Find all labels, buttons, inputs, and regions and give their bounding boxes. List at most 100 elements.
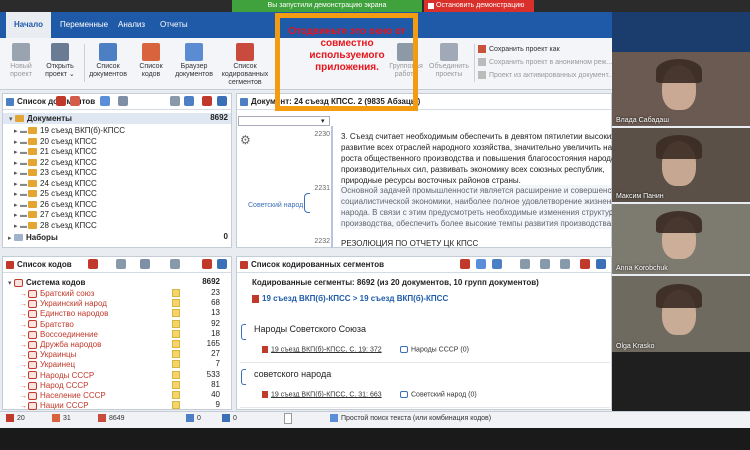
segment-text[interactable]: Народы Советского Союза	[254, 324, 366, 334]
code-dropdown[interactable]	[238, 116, 330, 126]
chevron-down-icon[interactable]: ▾	[321, 117, 325, 125]
document-group-item[interactable]: ▸ ▬ 26 съезд КПСС	[14, 199, 97, 210]
tab-home[interactable]: Начало	[6, 12, 51, 38]
document-group-item[interactable]: ▸ ▬ 22 съезд КПСС	[14, 157, 97, 168]
memo-icon[interactable]	[172, 329, 180, 338]
code-icon	[28, 320, 37, 329]
memo-icon[interactable]	[172, 380, 180, 389]
memo-icon[interactable]	[172, 391, 180, 399]
pin-icon[interactable]	[184, 96, 194, 106]
ribbon-button[interactable]: Список документов	[88, 41, 128, 85]
search-icon[interactable]	[540, 259, 550, 269]
segment-code[interactable]: Советский народ (0)	[400, 391, 477, 398]
import-icon[interactable]	[70, 96, 80, 106]
document-group-item[interactable]: ▸ ▬ 23 съезд КПСС	[14, 167, 97, 178]
search-icon[interactable]	[118, 96, 128, 106]
document-group-label: 26 съезд КПСС	[40, 199, 97, 209]
video-tile[interactable]: Максим Панин	[612, 128, 750, 202]
document-group-item[interactable]: ▸ ▬ 25 съезд КПСС	[14, 188, 97, 199]
tab-variables[interactable]: Переменные	[52, 12, 116, 38]
paragraph-line: развитие всех отраслей народного хозяйст…	[341, 143, 613, 152]
close-icon[interactable]	[202, 259, 212, 269]
gear-icon[interactable]	[560, 259, 570, 269]
participant-name: Влада Сабадаш	[616, 117, 669, 124]
tab-reports[interactable]: Отчеты	[152, 12, 196, 38]
ribbon-button[interactable]: Браузер документов	[174, 41, 214, 85]
memo-icon[interactable]	[172, 319, 180, 328]
gear-icon[interactable]	[170, 96, 180, 106]
ribbon-button[interactable]: Список кодированных сегментов	[214, 41, 276, 86]
export-icon[interactable]	[460, 259, 470, 269]
sets-root[interactable]: ▸ Наборы	[8, 232, 58, 243]
code-label: Братский союз	[40, 289, 95, 298]
memo-icon[interactable]	[172, 360, 180, 369]
code-label: Единство народов	[40, 309, 109, 319]
close-icon[interactable]	[580, 259, 590, 269]
ribbon-separator	[474, 44, 475, 82]
status-memos[interactable]: 0	[186, 414, 201, 422]
simple-search[interactable]: Простой поиск текста (или комбинация код…	[330, 414, 491, 422]
save-anonymous-button[interactable]: Сохранить проект в анонимном реж...	[478, 58, 612, 66]
tab-analysis[interactable]: Анализ	[110, 12, 153, 38]
video-tile[interactable]: Anna Korobchuk	[612, 204, 750, 274]
close-icon[interactable]	[202, 96, 212, 106]
document-group-item[interactable]: ▸ ▬ 28 съезд КПСС	[14, 220, 97, 231]
video-empty-area	[612, 352, 750, 411]
ribbon-button[interactable]: Новый проект	[4, 41, 38, 85]
code-item[interactable]: → Нации СССР	[20, 400, 89, 411]
video-tile[interactable]: Olga Krasko	[612, 276, 750, 352]
ribbon-button[interactable]: Объединить проекты	[426, 41, 472, 85]
status-codes[interactable]: 31	[52, 414, 71, 422]
search-icon[interactable]	[140, 259, 150, 269]
comment-icon[interactable]	[492, 259, 502, 269]
filter-icon[interactable]	[116, 259, 126, 269]
segment-text[interactable]: советского народа	[254, 369, 331, 379]
document-group-item[interactable]: ▸ ▬ 21 съезд КПСС	[14, 146, 97, 157]
code-icon	[28, 289, 37, 298]
document-group-label: 21 съезд КПСС	[40, 147, 97, 156]
video-tile[interactable]: Влада Сабадаш	[612, 52, 750, 126]
code-system-root[interactable]: ▾ Система кодов	[8, 277, 85, 288]
maximize-icon[interactable]	[217, 96, 227, 106]
memo-icon[interactable]	[172, 289, 180, 297]
status-variables[interactable]: 0	[222, 414, 237, 422]
sets-label: Наборы	[26, 233, 58, 242]
status-segments[interactable]: 8649	[98, 414, 125, 422]
memo-icon[interactable]	[172, 401, 180, 410]
gear-icon[interactable]	[170, 259, 180, 269]
segment-code[interactable]: Народы СССР (0)	[400, 346, 469, 353]
save-project-as-button[interactable]: Сохранить проект как	[478, 45, 560, 53]
settings-icon[interactable]: ⚙	[240, 133, 251, 147]
stop-share-button[interactable]: Остановить демонстрацию	[424, 0, 534, 12]
folder-icon	[28, 137, 37, 145]
memo-icon[interactable]	[172, 350, 180, 359]
list-view-icon[interactable]	[476, 259, 486, 269]
activate-icon[interactable]	[100, 96, 110, 106]
maximize-icon[interactable]	[217, 259, 227, 269]
filter-icon[interactable]	[520, 259, 530, 269]
memo-icon[interactable]	[172, 370, 180, 379]
project-from-docs-button[interactable]: Проект из активированных документ...	[478, 71, 614, 79]
status-docs[interactable]: 20	[6, 414, 25, 422]
ribbon-button-label: Открыть	[46, 63, 74, 70]
document-group-item[interactable]: ▸ ▬ 20 съезд КПСС	[14, 136, 97, 147]
document-group-item[interactable]: ▸ ▬ 27 съезд КПСС	[14, 209, 97, 220]
maximize-icon[interactable]	[596, 259, 606, 269]
code-label: Нации СССР	[40, 401, 89, 411]
document-group-item[interactable]: ▸ ▬ 24 съезд КПСС	[14, 178, 97, 189]
memo-icon[interactable]	[172, 299, 180, 308]
code-label[interactable]: Советский народ	[248, 202, 303, 209]
segments-path[interactable]: 19 съезд ВКП(б)-КПСС > 19 съезд ВКП(б)-К…	[252, 294, 448, 303]
segment-source-link[interactable]: 19 съезд ВКП(б)-КПСС, С. 19: 372	[262, 346, 382, 353]
new-code-icon[interactable]	[88, 259, 98, 269]
segment-source-link[interactable]: 19 съезд ВКП(б)-КПСС, С. 31: 663	[262, 391, 382, 398]
memo-icon[interactable]	[172, 340, 180, 348]
documents-root[interactable]: ▾ Документы	[3, 113, 231, 124]
documents-icon	[6, 98, 14, 106]
new-document-icon[interactable]	[56, 96, 66, 106]
ribbon-button[interactable]: Открыть проект ⌄	[40, 41, 80, 85]
ribbon-button[interactable]: Список кодов	[132, 41, 170, 85]
document-toggle-icon[interactable]	[284, 413, 292, 424]
memo-icon[interactable]	[172, 309, 180, 318]
document-group-item[interactable]: ▸ ▬ 19 съезд ВКП(б)-КПСС	[14, 125, 125, 136]
